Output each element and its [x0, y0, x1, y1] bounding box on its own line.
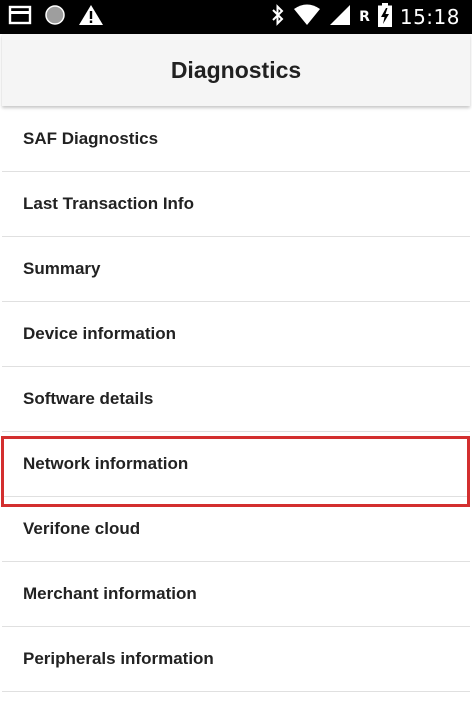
menu-item-network-information[interactable]: Network information — [2, 432, 470, 497]
status-bar: R 15:18 — [0, 0, 472, 34]
app-bar: Diagnostics — [2, 34, 470, 106]
roaming-indicator: R — [359, 9, 370, 25]
card-icon — [8, 5, 32, 30]
menu-item-peripherals-information[interactable]: Peripherals information — [2, 627, 470, 692]
wifi-icon — [293, 4, 321, 31]
menu-item-label: Verifone cloud — [23, 519, 141, 538]
status-left-icons — [8, 4, 104, 31]
menu-item-merchant-information[interactable]: Merchant information — [2, 562, 470, 627]
warning-icon — [78, 4, 104, 31]
battery-charging-icon — [377, 2, 392, 32]
menu-item-label: Network information — [23, 454, 189, 473]
diagnostics-menu: SAF Diagnostics Last Transaction Info Su… — [2, 107, 470, 692]
record-icon — [44, 4, 66, 31]
menu-item-label: Device information — [23, 324, 177, 343]
menu-item-verifone-cloud[interactable]: Verifone cloud — [2, 497, 470, 562]
cell-signal-icon — [329, 4, 351, 31]
status-right-icons: R 15:18 — [271, 2, 460, 32]
menu-item-last-transaction-info[interactable]: Last Transaction Info — [2, 172, 470, 237]
menu-item-device-information[interactable]: Device information — [2, 302, 470, 367]
menu-item-label: Software details — [23, 389, 154, 408]
clock: 15:18 — [399, 5, 460, 29]
bluetooth-icon — [271, 3, 285, 31]
menu-item-label: Last Transaction Info — [23, 194, 194, 213]
menu-item-saf-diagnostics[interactable]: SAF Diagnostics — [2, 107, 470, 172]
menu-item-label: Merchant information — [23, 584, 197, 603]
menu-item-software-details[interactable]: Software details — [2, 367, 470, 432]
menu-item-label: SAF Diagnostics — [23, 129, 159, 148]
menu-item-label: Peripherals information — [23, 649, 214, 668]
page-title: Diagnostics — [170, 56, 302, 83]
menu-item-summary[interactable]: Summary — [2, 237, 470, 302]
menu-item-label: Summary — [23, 259, 101, 278]
